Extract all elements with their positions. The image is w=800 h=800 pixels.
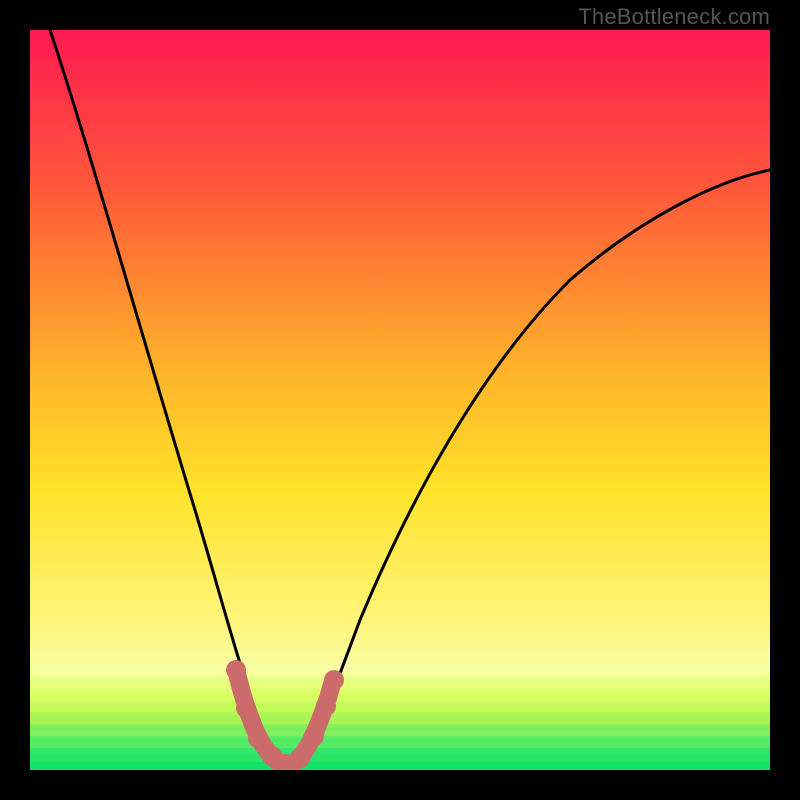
chart-plot-area <box>30 30 770 770</box>
bottom-bands <box>30 670 770 770</box>
gradient-background <box>30 30 770 770</box>
watermark-text: TheBottleneck.com <box>578 4 770 30</box>
chart-frame: TheBottleneck.com <box>0 0 800 800</box>
chart-svg <box>30 30 770 770</box>
